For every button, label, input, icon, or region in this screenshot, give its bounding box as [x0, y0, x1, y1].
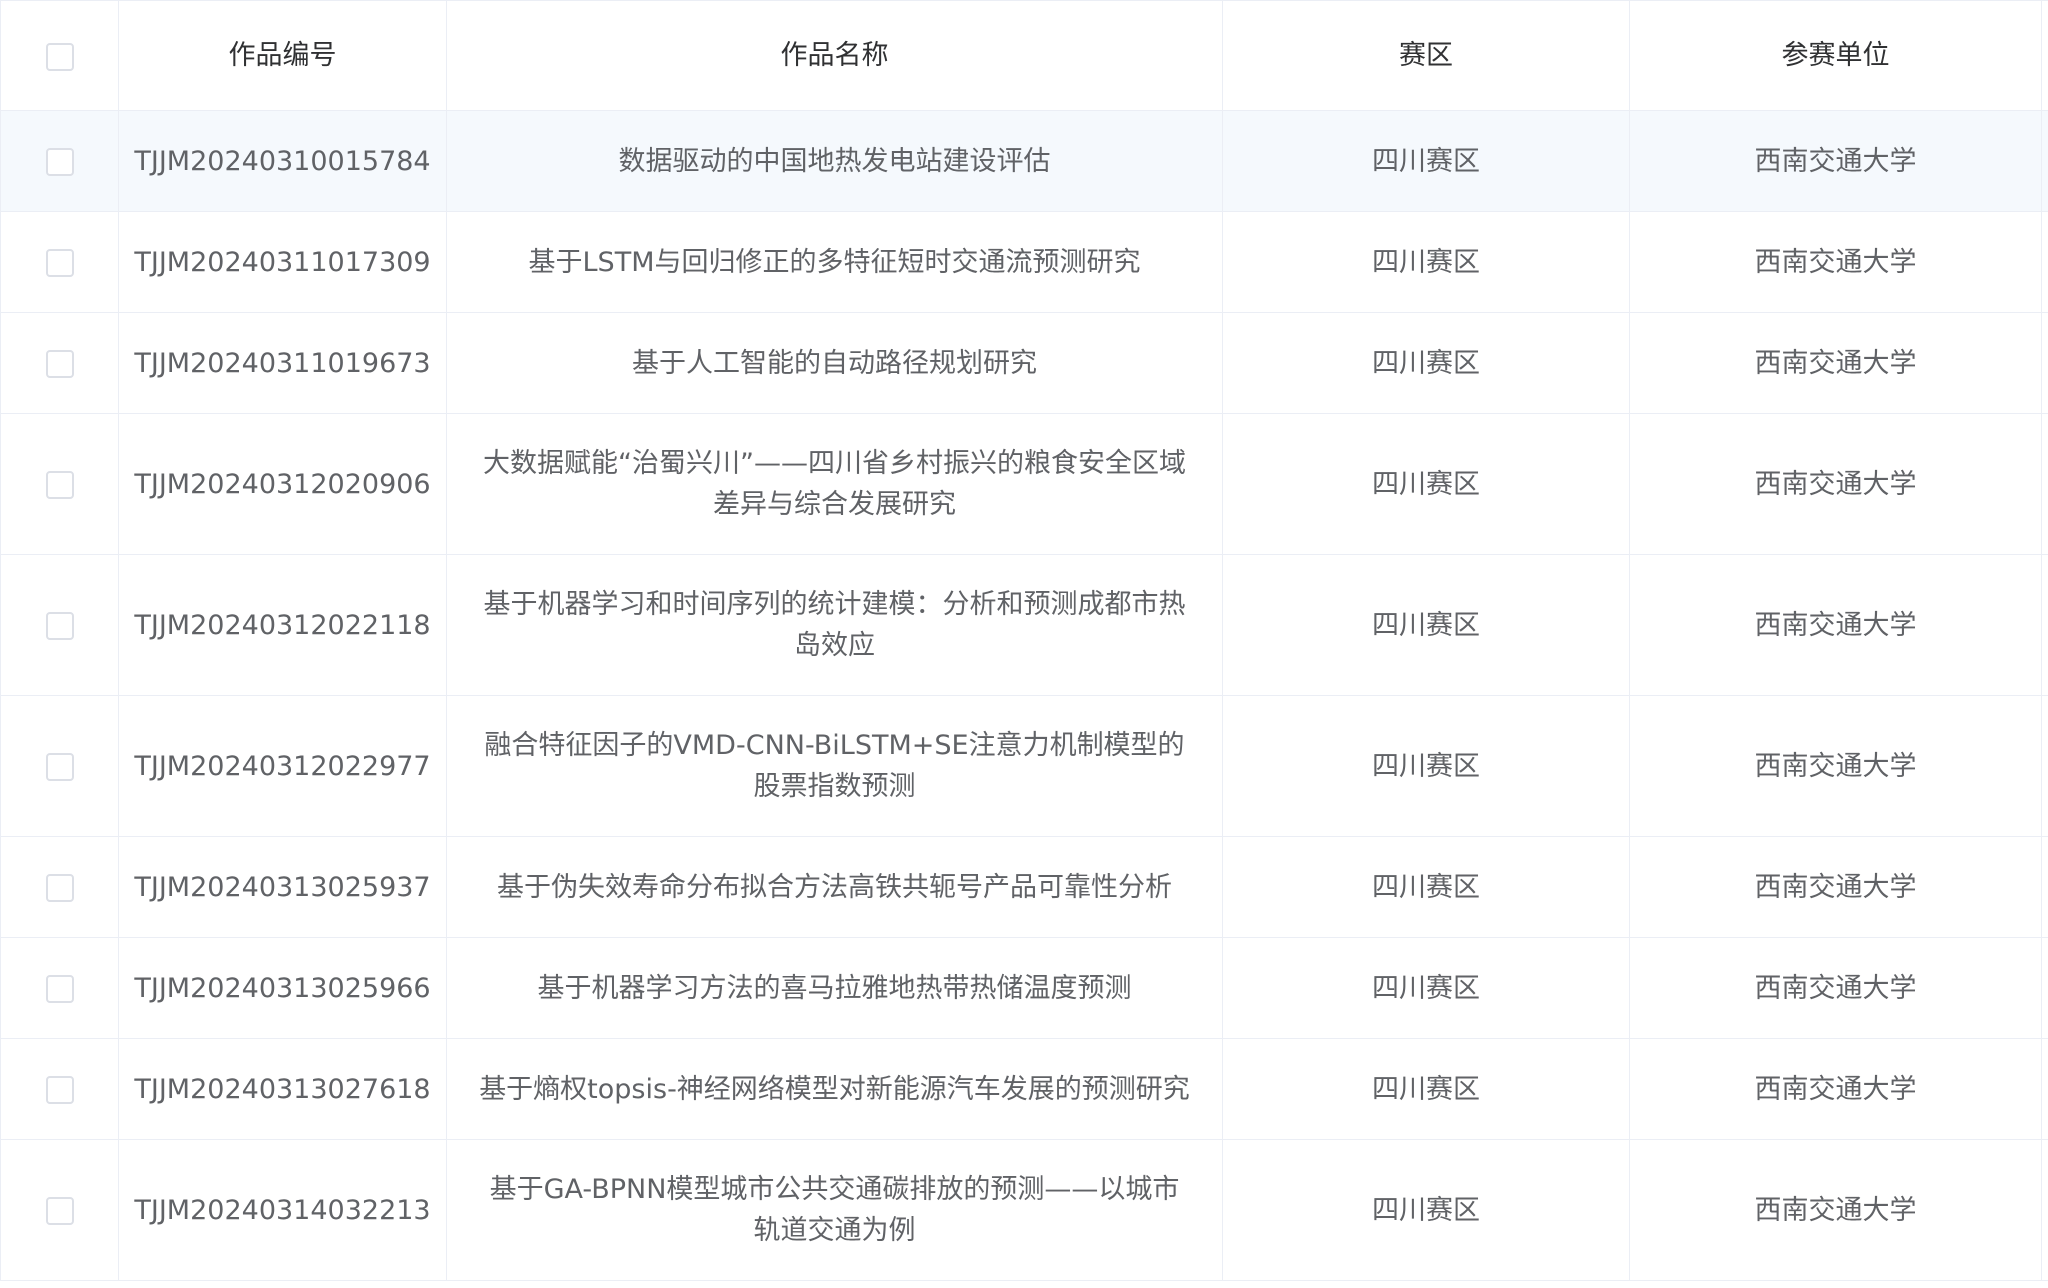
- table-row[interactable]: TJJM20240311017309 基于LSTM与回归修正的多特征短时交通流预…: [0, 211, 2048, 313]
- cell-unit: 西南交通大学: [1629, 110, 2042, 212]
- header-overflow-column: [2041, 0, 2048, 111]
- cell-id: TJJM20240311017309: [118, 211, 447, 313]
- cell-id: TJJM20240313025937: [118, 836, 447, 938]
- row-checkbox[interactable]: [45, 1076, 74, 1104]
- cell-name: 大数据赋能“治蜀兴川”——四川省乡村振兴的粮食安全区域差异与综合发展研究: [446, 413, 1223, 555]
- cell-id: TJJM20240313027618: [118, 1038, 447, 1140]
- cell-region: 四川赛区: [1222, 836, 1630, 938]
- cell-name: 数据驱动的中国地热发电站建设评估: [446, 110, 1223, 212]
- cell-id: TJJM20240311019673: [118, 312, 447, 414]
- table-row[interactable]: TJJM20240313025937 基于伪失效寿命分布拟合方法高铁共轭号产品可…: [0, 836, 2048, 938]
- cell-overflow: [2041, 554, 2048, 696]
- table-row[interactable]: TJJM20240310015784 数据驱动的中国地热发电站建设评估 四川赛区…: [0, 110, 2048, 212]
- cell-region: 四川赛区: [1222, 937, 1630, 1039]
- row-checkbox[interactable]: [45, 249, 74, 277]
- cell-id: TJJM20240312022118: [118, 554, 447, 696]
- cell-unit: 西南交通大学: [1629, 312, 2042, 414]
- cell-id: TJJM20240313025966: [118, 937, 447, 1039]
- cell-name: 基于LSTM与回归修正的多特征短时交通流预测研究: [446, 211, 1223, 313]
- cell-overflow: [2041, 937, 2048, 1039]
- cell-overflow: [2041, 110, 2048, 212]
- table-row[interactable]: TJJM20240313027618 基于熵权topsis-神经网络模型对新能源…: [0, 1038, 2048, 1140]
- table-row[interactable]: TJJM20240312022118 基于机器学习和时间序列的统计建模：分析和预…: [0, 554, 2048, 696]
- cell-overflow: [2041, 211, 2048, 313]
- cell-id: TJJM20240314032213: [118, 1139, 447, 1281]
- cell-region: 四川赛区: [1222, 312, 1630, 414]
- cell-name: 基于熵权topsis-神经网络模型对新能源汽车发展的预测研究: [446, 1038, 1223, 1140]
- table-row[interactable]: TJJM20240314032213 基于GA-BPNN模型城市公共交通碳排放的…: [0, 1139, 2048, 1281]
- select-all-checkbox[interactable]: [45, 42, 74, 71]
- cell-name: 基于机器学习和时间序列的统计建模：分析和预测成都市热岛效应: [446, 554, 1223, 696]
- header-region[interactable]: 赛区: [1222, 0, 1630, 111]
- cell-overflow: [2041, 836, 2048, 938]
- cell-region: 四川赛区: [1222, 554, 1630, 696]
- row-select-cell: [0, 413, 119, 555]
- cell-overflow: [2041, 1139, 2048, 1281]
- cell-region: 四川赛区: [1222, 211, 1630, 313]
- header-name[interactable]: 作品名称: [446, 0, 1223, 111]
- cell-id: TJJM20240312020906: [118, 413, 447, 555]
- row-checkbox[interactable]: [45, 753, 74, 781]
- row-select-cell: [0, 211, 119, 313]
- table-row[interactable]: TJJM20240312020906 大数据赋能“治蜀兴川”——四川省乡村振兴的…: [0, 413, 2048, 555]
- row-select-cell: [0, 836, 119, 938]
- cell-region: 四川赛区: [1222, 413, 1630, 555]
- cell-unit: 西南交通大学: [1629, 695, 2042, 837]
- cell-overflow: [2041, 413, 2048, 555]
- table-header-row: 作品编号 作品名称 赛区 参赛单位: [0, 0, 2048, 111]
- row-select-cell: [0, 110, 119, 212]
- row-select-cell: [0, 554, 119, 696]
- cell-region: 四川赛区: [1222, 110, 1630, 212]
- row-select-cell: [0, 1038, 119, 1140]
- cell-unit: 西南交通大学: [1629, 1139, 2042, 1281]
- cell-unit: 西南交通大学: [1629, 211, 2042, 313]
- cell-name: 基于人工智能的自动路径规划研究: [446, 312, 1223, 414]
- select-all-cell: [0, 0, 119, 111]
- table-row[interactable]: TJJM20240311019673 基于人工智能的自动路径规划研究 四川赛区 …: [0, 312, 2048, 414]
- cell-region: 四川赛区: [1222, 1139, 1630, 1281]
- cell-name: 基于伪失效寿命分布拟合方法高铁共轭号产品可靠性分析: [446, 836, 1223, 938]
- row-checkbox[interactable]: [45, 148, 74, 176]
- cell-overflow: [2041, 312, 2048, 414]
- header-unit[interactable]: 参赛单位: [1629, 0, 2042, 111]
- row-checkbox[interactable]: [45, 1197, 74, 1225]
- cell-unit: 西南交通大学: [1629, 413, 2042, 555]
- table-row[interactable]: TJJM20240312022977 融合特征因子的VMD-CNN-BiLSTM…: [0, 695, 2048, 837]
- cell-overflow: [2041, 1038, 2048, 1140]
- cell-name: 融合特征因子的VMD-CNN-BiLSTM+SE注意力机制模型的股票指数预测: [446, 695, 1223, 837]
- cell-unit: 西南交通大学: [1629, 554, 2042, 696]
- cell-unit: 西南交通大学: [1629, 937, 2042, 1039]
- cell-unit: 西南交通大学: [1629, 836, 2042, 938]
- row-select-cell: [0, 695, 119, 837]
- table-row[interactable]: TJJM20240313025966 基于机器学习方法的喜马拉雅地热带热储温度预…: [0, 937, 2048, 1039]
- row-checkbox[interactable]: [45, 350, 74, 378]
- works-table: 作品编号 作品名称 赛区 参赛单位 TJJM20240310015784 数据驱…: [0, 0, 2048, 1281]
- row-select-cell: [0, 312, 119, 414]
- row-checkbox[interactable]: [45, 471, 74, 499]
- row-select-cell: [0, 1139, 119, 1281]
- cell-name: 基于GA-BPNN模型城市公共交通碳排放的预测——以城市轨道交通为例: [446, 1139, 1223, 1281]
- cell-region: 四川赛区: [1222, 695, 1630, 837]
- works-table-container: 作品编号 作品名称 赛区 参赛单位 TJJM20240310015784 数据驱…: [0, 0, 2048, 1288]
- row-checkbox[interactable]: [45, 612, 74, 640]
- row-select-cell: [0, 937, 119, 1039]
- cell-name: 基于机器学习方法的喜马拉雅地热带热储温度预测: [446, 937, 1223, 1039]
- cell-id: TJJM20240310015784: [118, 110, 447, 212]
- header-id[interactable]: 作品编号: [118, 0, 447, 111]
- cell-region: 四川赛区: [1222, 1038, 1630, 1140]
- cell-id: TJJM20240312022977: [118, 695, 447, 837]
- row-checkbox[interactable]: [45, 874, 74, 902]
- cell-unit: 西南交通大学: [1629, 1038, 2042, 1140]
- row-checkbox[interactable]: [45, 975, 74, 1003]
- cell-overflow: [2041, 695, 2048, 837]
